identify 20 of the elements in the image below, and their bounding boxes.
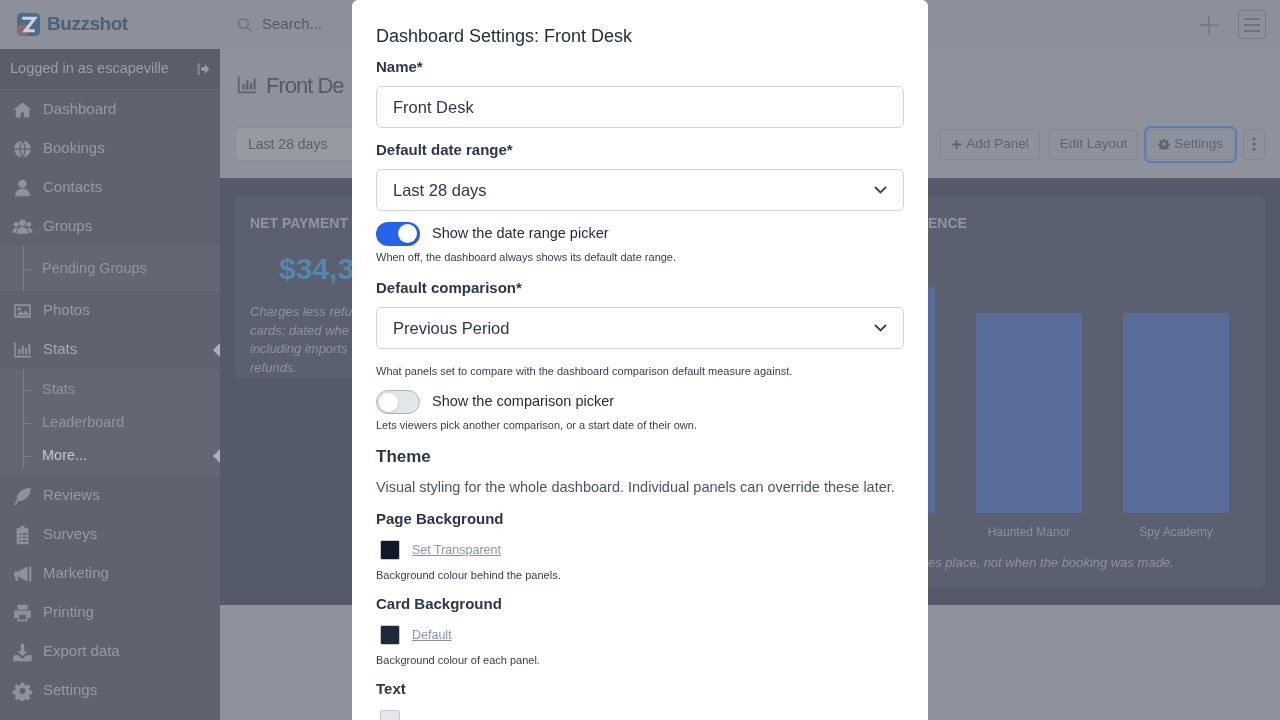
field-label: Default date range* xyxy=(376,140,514,160)
field-hint: What panels set to compare with the dashboard comparison default measure against. xyxy=(376,364,794,379)
page-title: Front De xyxy=(266,71,344,100)
field-label: Text xyxy=(376,679,407,699)
field-label: Name* xyxy=(376,57,424,77)
card-value: $34,3 xyxy=(279,251,355,287)
brand-name: Buzzshot xyxy=(47,12,128,37)
field-hint: Lets viewers pick another comparison, or a start date of their own. xyxy=(376,418,698,433)
field-label: Default comparison* xyxy=(376,278,523,298)
section-heading: Theme xyxy=(376,446,432,468)
logged-in-text: Logged in as escapeville xyxy=(10,59,169,79)
toggle-label: Show the date range picker xyxy=(432,224,609,244)
toggle-label: Show the comparison picker xyxy=(432,392,615,412)
field-label: Card Background xyxy=(376,594,503,614)
section-description: Visual styling for the whole dashboard. Individual panels can override these later. xyxy=(376,478,896,497)
field-hint: Background colour behind the panels. xyxy=(376,568,562,583)
field-hint: When off, the dashboard always shows its default date range. xyxy=(376,250,678,265)
field-hint: Background colour of each panel. xyxy=(376,653,541,668)
dialog-title: Dashboard Settings: Front Desk xyxy=(376,25,634,48)
field-label: Page Background xyxy=(376,509,505,529)
